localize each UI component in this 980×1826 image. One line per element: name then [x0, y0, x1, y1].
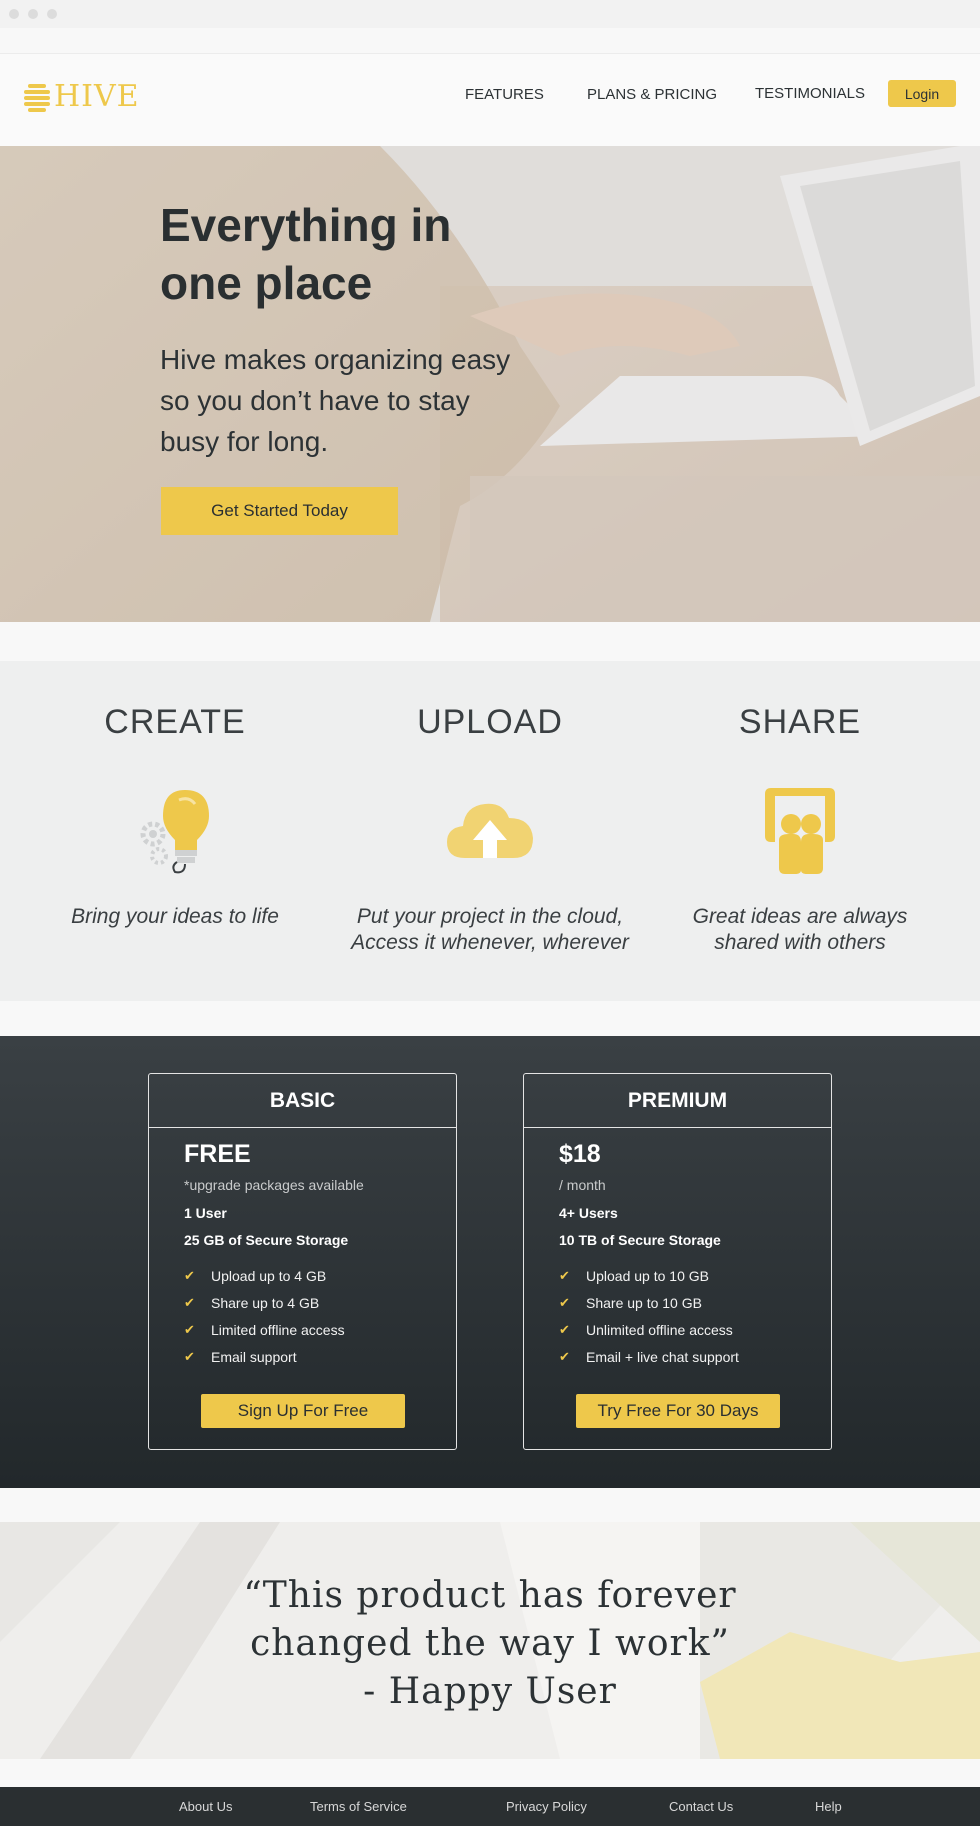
plan-feature-label: Upload up to 4 GB	[211, 1267, 327, 1284]
footer-link-contact[interactable]: Contact Us	[669, 1799, 733, 1814]
login-button[interactable]: Login	[888, 80, 956, 107]
check-icon: ✔	[559, 1348, 570, 1364]
plan-storage: 10 TB of Secure Storage	[559, 1232, 721, 1248]
feature-description-line: Put your project in the cloud,	[356, 905, 624, 928]
check-icon: ✔	[184, 1267, 195, 1283]
plan-feature-label: Unlimited offline access	[586, 1321, 733, 1338]
check-icon: ✔	[559, 1267, 570, 1283]
hero-title-line: one place	[160, 257, 373, 309]
hero-subtitle-line: busy for long.	[160, 426, 329, 457]
plan-feature-label: Email + live chat support	[586, 1348, 739, 1365]
testimonial-section: “This product has forever changed the wa…	[0, 1522, 980, 1759]
logo-text: HIVE	[54, 78, 140, 114]
plan-feature-item: ✔ Limited offline access	[184, 1316, 345, 1343]
plan-users: 4+ Users	[559, 1205, 618, 1221]
site-header: HIVE FEATURES PLANS & PRICING TESTIMONIA…	[0, 53, 980, 146]
cloud-upload-icon	[447, 803, 533, 858]
hero-subtitle-line: so you don’t have to stay	[160, 385, 470, 416]
testimonial-quote: “This product has forever changed the wa…	[0, 1572, 980, 1716]
quote-line: changed the way I work”	[250, 1623, 730, 1664]
hero-title: Everything in one place	[160, 196, 451, 312]
plan-feature-label: Upload up to 10 GB	[586, 1267, 709, 1284]
hero-title-line: Everything in	[160, 199, 452, 251]
plan-feature-label: Share up to 10 GB	[586, 1294, 702, 1311]
plan-feature-item: ✔ Unlimited offline access	[559, 1316, 739, 1343]
pricing-section: BASIC FREE *upgrade packages available 1…	[0, 1036, 980, 1488]
plan-name: BASIC	[149, 1074, 456, 1128]
hive-logo-icon	[24, 82, 50, 112]
plan-feature-label: Share up to 4 GB	[211, 1294, 320, 1311]
footer-link-about[interactable]: About Us	[179, 1799, 232, 1814]
check-icon: ✔	[184, 1348, 195, 1364]
plan-price: $18	[559, 1140, 601, 1168]
footer-link-terms[interactable]: Terms of Service	[310, 1799, 407, 1814]
plan-feature-list: ✔ Upload up to 10 GB ✔ Share up to 10 GB ✔…	[559, 1262, 739, 1370]
plan-feature-item: ✔ Share up to 10 GB	[559, 1289, 739, 1316]
lightbulb-icon	[140, 790, 209, 874]
share-people-icon	[765, 788, 835, 874]
plan-feature-label: Limited offline access	[211, 1321, 345, 1338]
plan-storage: 25 GB of Secure Storage	[184, 1232, 349, 1248]
window-dot	[28, 9, 38, 19]
plan-feature-label: Email support	[211, 1348, 297, 1365]
hero-subtitle-line: Hive makes organizing easy	[160, 344, 511, 375]
nav-plans-pricing[interactable]: PLANS & PRICING	[587, 86, 717, 103]
plan-users: 1 User	[184, 1205, 227, 1221]
get-started-button[interactable]: Get Started Today	[161, 487, 398, 535]
footer-link-help[interactable]: Help	[815, 1799, 842, 1814]
plan-feature-item: ✔ Email + live chat support	[559, 1343, 739, 1370]
features-section: CREATE Bring your ideas to life UPLOAD P…	[0, 661, 980, 1001]
check-icon: ✔	[559, 1321, 570, 1337]
feature-description-line: shared with others	[714, 931, 886, 954]
feature-description-line: Access it whenever, wherever	[351, 931, 629, 954]
feature-description: Bring your ideas to life	[15, 904, 335, 930]
quote-line: “This product has forever	[243, 1575, 737, 1616]
plan-price: FREE	[184, 1140, 251, 1168]
logo[interactable]: HIVE	[24, 76, 140, 116]
plan-name: PREMIUM	[524, 1074, 831, 1128]
plan-feature-list: ✔ Upload up to 4 GB ✔ Share up to 4 GB ✔ Li…	[184, 1262, 345, 1370]
site-footer: About Us Terms of Service Privacy Policy…	[0, 1787, 980, 1826]
window-dot	[9, 9, 19, 19]
footer-link-privacy[interactable]: Privacy Policy	[506, 1799, 587, 1814]
plan-feature-item: ✔ Upload up to 10 GB	[559, 1262, 739, 1289]
feature-title: SHARE	[738, 703, 862, 741]
feature-description-line: Great ideas are always	[692, 905, 908, 928]
plan-card-premium: PREMIUM $18 / month 4+ Users 10 TB of Se…	[523, 1073, 832, 1450]
feature-title: UPLOAD	[417, 703, 563, 741]
plan-feature-item: ✔ Upload up to 4 GB	[184, 1262, 345, 1289]
sign-up-free-button[interactable]: Sign Up For Free	[201, 1394, 405, 1428]
plan-price-note: *upgrade packages available	[184, 1177, 364, 1193]
check-icon: ✔	[184, 1321, 195, 1337]
feature-description: Great ideas are always shared with other…	[640, 904, 960, 956]
check-icon: ✔	[184, 1294, 195, 1310]
window-chrome	[0, 0, 980, 28]
quote-attribution: - Happy User	[363, 1671, 617, 1712]
feature-title: CREATE	[104, 703, 246, 741]
plan-card-basic: BASIC FREE *upgrade packages available 1…	[148, 1073, 457, 1450]
nav-features[interactable]: FEATURES	[465, 86, 544, 103]
plan-feature-item: ✔ Share up to 4 GB	[184, 1289, 345, 1316]
feature-description: Put your project in the cloud, Access it…	[330, 904, 650, 956]
hero-section: Everything in one place Hive makes organ…	[0, 146, 980, 622]
hero-subtitle: Hive makes organizing easy so you don’t …	[160, 339, 540, 462]
plan-price-note: / month	[559, 1177, 606, 1193]
feature-description-line: Bring your ideas to life	[71, 905, 279, 928]
nav-testimonials[interactable]: TESTIMONIALS	[755, 85, 865, 102]
try-free-button[interactable]: Try Free For 30 Days	[576, 1394, 780, 1428]
check-icon: ✔	[559, 1294, 570, 1310]
window-dot	[47, 9, 57, 19]
plan-feature-item: ✔ Email support	[184, 1343, 345, 1370]
